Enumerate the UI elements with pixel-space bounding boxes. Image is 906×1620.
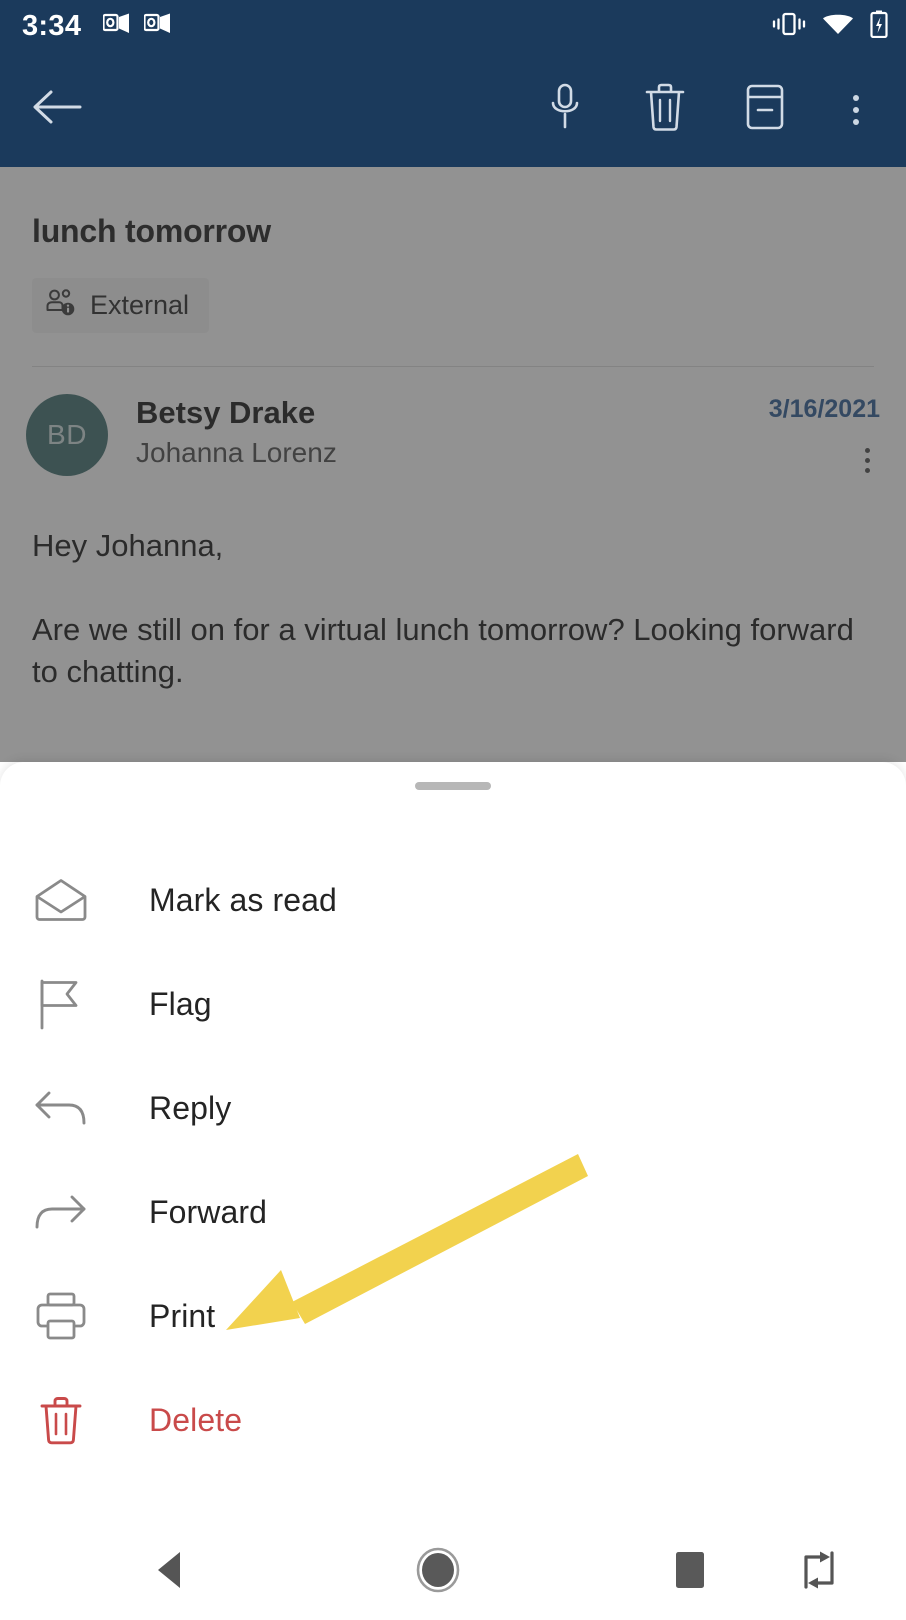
menu-item-flag[interactable]: Flag xyxy=(0,952,906,1056)
nav-recents-icon xyxy=(672,1549,708,1596)
overflow-menu-icon-dot xyxy=(853,106,859,113)
envelope-open-icon xyxy=(30,869,92,931)
wifi-icon xyxy=(822,11,854,42)
outlook-notification-icon xyxy=(102,12,130,41)
menu-list: Mark as read Flag Reply Forward Print De… xyxy=(0,848,906,1472)
bottom-sheet-menu: Mark as read Flag Reply Forward Print De… xyxy=(0,762,906,1620)
nav-rotate-button[interactable] xyxy=(800,1549,838,1596)
status-clock: 3:34 xyxy=(22,9,82,42)
microphone-button[interactable] xyxy=(536,81,594,139)
sheet-handle-area[interactable] xyxy=(0,762,906,790)
menu-item-label: Mark as read xyxy=(149,882,337,918)
printer-icon xyxy=(30,1285,92,1347)
back-arrow-icon xyxy=(31,87,83,132)
menu-item-forward[interactable]: Forward xyxy=(0,1160,906,1264)
menu-item-mark-as-read[interactable]: Mark as read xyxy=(0,848,906,952)
nav-home-icon xyxy=(415,1546,461,1599)
nav-back-button[interactable] xyxy=(152,1549,188,1596)
nav-recents-button[interactable] xyxy=(672,1549,708,1596)
delete-toolbar-button[interactable] xyxy=(636,81,694,139)
reply-arrow-icon xyxy=(30,1077,92,1139)
archive-button[interactable] xyxy=(736,81,794,139)
menu-item-reply[interactable]: Reply xyxy=(0,1056,906,1160)
toolbar-actions xyxy=(536,81,876,139)
drag-handle-icon[interactable] xyxy=(415,782,491,790)
phone-screen: 3:34 Mark as read Flag Reply Forward Pri… xyxy=(0,0,906,1620)
menu-item-label: Flag xyxy=(149,986,212,1022)
menu-item-label: Delete xyxy=(149,1402,243,1438)
overflow-menu-button[interactable] xyxy=(836,81,876,139)
vibrate-icon xyxy=(772,11,806,42)
microphone-icon xyxy=(548,82,582,137)
battery-charging-icon xyxy=(870,10,888,43)
status-notification-icons xyxy=(102,12,171,41)
forward-arrow-icon xyxy=(30,1181,92,1243)
status-bar: 3:34 xyxy=(0,0,906,52)
archive-icon xyxy=(743,83,787,136)
menu-item-label: Print xyxy=(149,1298,216,1334)
status-system-icons xyxy=(772,10,888,43)
overflow-menu-icon-dot xyxy=(853,94,859,101)
nav-home-button[interactable] xyxy=(415,1546,461,1599)
nav-rotate-icon xyxy=(800,1549,838,1596)
trash-icon xyxy=(643,82,687,137)
system-navigation-bar xyxy=(0,1524,906,1620)
modal-scrim[interactable] xyxy=(0,167,906,762)
back-button[interactable] xyxy=(26,79,88,141)
overflow-menu-icon-dot xyxy=(853,118,859,125)
menu-item-label: Forward xyxy=(149,1194,268,1230)
flag-icon xyxy=(30,973,92,1035)
menu-item-label: Reply xyxy=(149,1090,232,1126)
menu-item-print[interactable]: Print xyxy=(0,1264,906,1368)
trash-icon xyxy=(30,1389,92,1451)
menu-item-delete[interactable]: Delete xyxy=(0,1368,906,1472)
nav-back-icon xyxy=(152,1549,188,1596)
outlook-notification-icon xyxy=(143,12,171,41)
app-toolbar xyxy=(0,52,906,167)
